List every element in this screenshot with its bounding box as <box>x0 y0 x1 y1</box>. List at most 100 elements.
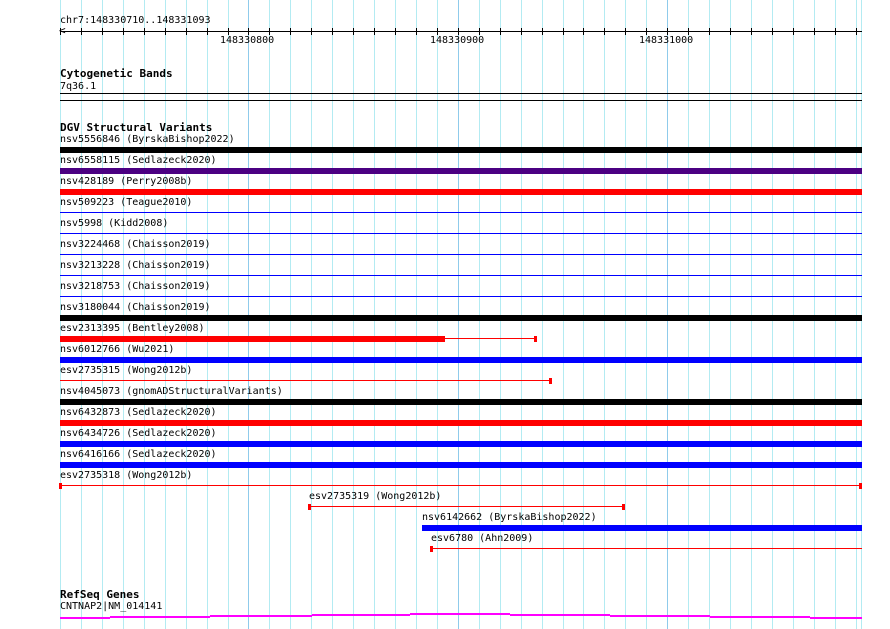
ruler-label: 148330800 <box>220 35 275 46</box>
variant-label: nsv4045073 (gnomADStructuralVariants) <box>60 386 283 397</box>
variant-end-cap <box>534 336 537 342</box>
variant-bar[interactable] <box>60 212 862 213</box>
ruler-tick <box>479 28 480 35</box>
cytoband-bar-bottom <box>60 100 862 101</box>
ruler-tick <box>228 28 229 35</box>
variant-end-cap <box>308 504 311 510</box>
ruler-tick <box>165 28 166 35</box>
variant-end-cap <box>622 504 625 510</box>
ruler-tick <box>269 28 270 35</box>
variant-bar[interactable] <box>60 485 862 486</box>
variant-bar[interactable] <box>60 315 862 321</box>
ruler-tick <box>500 28 501 35</box>
variant-label: nsv3224468 (Chaisson2019) <box>60 239 211 250</box>
ruler-tick <box>688 28 689 35</box>
ruler-tick <box>332 28 333 35</box>
variant-label: esv2313395 (Bentley2008) <box>60 323 205 334</box>
variant-bar[interactable] <box>60 380 553 381</box>
cytoband-label: 7q36.1 <box>60 81 97 92</box>
ruler-tick <box>646 28 647 35</box>
variant-bar[interactable] <box>60 399 862 405</box>
dgv-track-title: DGV Structural Variants <box>60 121 213 134</box>
ruler-tick <box>793 28 794 35</box>
ruler-tick <box>102 28 103 35</box>
gene-segment[interactable] <box>710 616 810 618</box>
variant-bar[interactable] <box>309 506 626 507</box>
variant-label: nsv3213228 (Chaisson2019) <box>60 260 211 271</box>
variant-label: nsv6434726 (Sedlazeck2020) <box>60 428 217 439</box>
gene-segment[interactable] <box>110 616 210 618</box>
variant-bar[interactable] <box>60 357 862 363</box>
gene-segment[interactable] <box>210 615 312 617</box>
ruler-tick <box>814 28 815 35</box>
variant-bar[interactable] <box>60 420 862 426</box>
location-label: chr7:148330710..148331093 <box>60 15 211 26</box>
variant-end-cap <box>859 483 862 489</box>
variant-bar[interactable] <box>430 548 862 549</box>
variant-label: nsv3218753 (Chaisson2019) <box>60 281 211 292</box>
variant-bar[interactable] <box>60 462 862 468</box>
ruler-tick <box>81 28 82 35</box>
variant-label: esv2735319 (Wong2012b) <box>309 491 442 502</box>
refseq-track-title: RefSeq Genes <box>60 588 140 601</box>
ruler-tick <box>248 28 249 35</box>
variant-label: esv2735315 (Wong2012b) <box>60 365 193 376</box>
ruler-tick <box>416 28 417 35</box>
variant-bar[interactable] <box>60 336 446 342</box>
gene-segment[interactable] <box>610 615 710 617</box>
ruler-label: 148330900 <box>430 35 485 46</box>
gene-segment[interactable] <box>60 617 110 619</box>
ruler-tick <box>123 28 124 35</box>
gene-segment[interactable] <box>410 613 510 615</box>
ruler-tick <box>751 28 752 35</box>
ruler-tick <box>60 28 61 35</box>
ruler-tick <box>667 28 668 35</box>
variant-bar[interactable] <box>422 525 862 531</box>
variant-bar[interactable] <box>60 233 862 234</box>
ruler-tick <box>353 28 354 35</box>
variant-end-cap <box>430 546 433 552</box>
ruler-tick <box>521 28 522 35</box>
ruler-tick <box>625 28 626 35</box>
variant-end-cap <box>549 378 552 384</box>
ruler-tick <box>542 28 543 35</box>
variant-label: nsv6558115 (Sedlazeck2020) <box>60 155 217 166</box>
ruler-label: 148331000 <box>639 35 694 46</box>
variant-bar[interactable] <box>60 147 862 153</box>
variant-label: nsv6432873 (Sedlazeck2020) <box>60 407 217 418</box>
variant-label: nsv6416166 (Sedlazeck2020) <box>60 449 217 460</box>
variant-label: nsv5998 (Kidd2008) <box>60 218 169 229</box>
variant-bar[interactable] <box>445 338 538 339</box>
variant-bar[interactable] <box>60 441 862 447</box>
ruler-tick <box>374 28 375 35</box>
ruler-tick <box>583 28 584 35</box>
ruler-tick <box>563 28 564 35</box>
ruler-tick <box>186 28 187 35</box>
variant-bar[interactable] <box>60 189 862 195</box>
cytoband-track-title: Cytogenetic Bands <box>60 67 173 80</box>
gene-label[interactable]: CNTNAP2|NM_014141 <box>60 601 162 613</box>
ruler-tick <box>856 28 857 35</box>
ruler-tick <box>604 28 605 35</box>
variant-label: esv2735318 (Wong2012b) <box>60 470 193 481</box>
variant-label: nsv428189 (Perry2008b) <box>60 176 193 187</box>
variant-label: nsv509223 (Teague2010) <box>60 197 193 208</box>
gene-segment[interactable] <box>810 617 862 619</box>
ruler-tick <box>835 28 836 35</box>
variant-label: nsv6142662 (ByrskaBishop2022) <box>422 512 597 523</box>
cytoband-bar-top <box>60 93 862 94</box>
variant-bar[interactable] <box>60 168 862 174</box>
variant-bar[interactable] <box>60 296 862 297</box>
ruler-tick <box>730 28 731 35</box>
ruler-tick <box>207 28 208 35</box>
gene-segment[interactable] <box>510 614 610 616</box>
ruler-tick <box>395 28 396 35</box>
variant-bar[interactable] <box>60 254 862 255</box>
gene-segment[interactable] <box>312 614 410 616</box>
ruler-axis[interactable] <box>60 31 862 32</box>
variant-bar[interactable] <box>60 275 862 276</box>
variant-label: esv6780 (Ahn2009) <box>431 533 534 544</box>
ruler-tick <box>772 28 773 35</box>
variant-end-cap <box>59 483 62 489</box>
variant-label: nsv5556846 (ByrskaBishop2022) <box>60 134 235 145</box>
